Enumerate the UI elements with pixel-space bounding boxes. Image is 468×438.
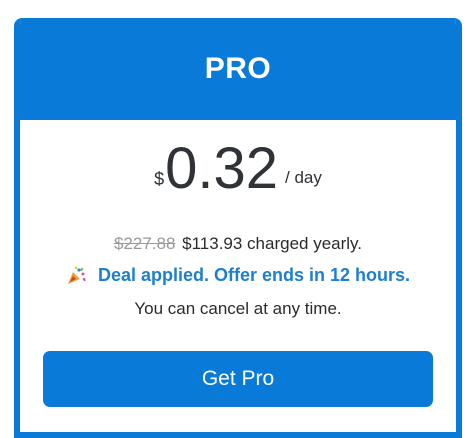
plan-name: PRO xyxy=(204,52,272,85)
original-price: $227.88 xyxy=(113,234,176,253)
plan-header: PRO xyxy=(20,18,456,120)
daily-price: 0.32 xyxy=(165,136,279,201)
deal-text: Deal applied. Offer ends in 12 hours. xyxy=(97,265,411,285)
price-display: $ 0.32 / day xyxy=(20,140,456,198)
cancel-notice: You can cancel at any time. xyxy=(134,299,342,318)
get-pro-button[interactable]: Get Pro xyxy=(43,351,433,407)
discounted-yearly-price: $113.93 charged yearly. xyxy=(182,234,363,253)
get-pro-label: Get Pro xyxy=(201,367,275,390)
yearly-charge: $227.88 $113.93 charged yearly. xyxy=(20,234,456,254)
currency-symbol: $ xyxy=(154,169,165,189)
party-popper-icon xyxy=(66,266,86,286)
deal-notice: Deal applied. Offer ends in 12 hours. xyxy=(20,265,456,286)
pricing-card: PRO $ 0.32 / day $227.88 $113.93 charged… xyxy=(14,18,462,438)
price-period: / day xyxy=(285,168,322,187)
